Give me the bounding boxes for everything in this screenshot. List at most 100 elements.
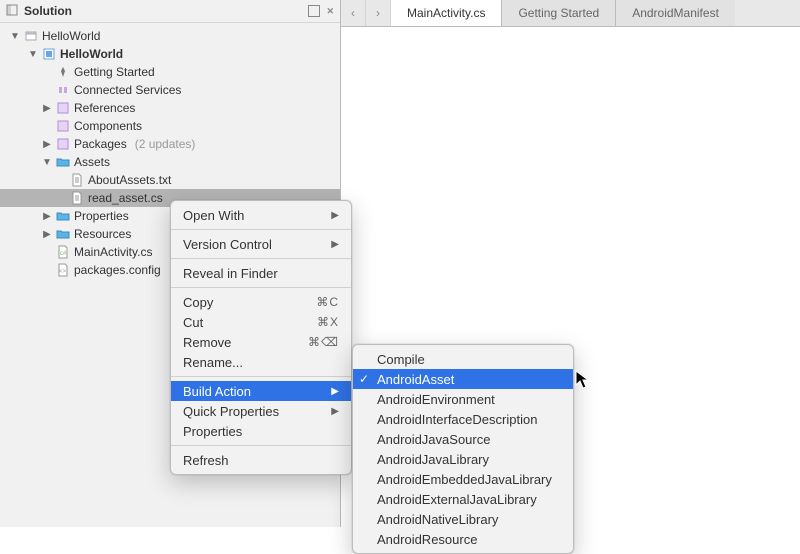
submenu-item[interactable]: AndroidExternalJavaLibrary xyxy=(353,489,573,509)
tree-label: Getting Started xyxy=(74,65,155,79)
tree-item-references[interactable]: ▶ References xyxy=(0,99,340,117)
menu-label: Reveal in Finder xyxy=(183,266,278,281)
menu-open-with[interactable]: Open With ▶ xyxy=(171,205,351,225)
config-file-icon: <> xyxy=(56,263,70,277)
tree-label: packages.config xyxy=(74,263,161,277)
menu-separator xyxy=(171,229,351,230)
folder-icon xyxy=(56,209,70,223)
tree-label: read_asset.cs xyxy=(88,191,163,205)
tree-file-aboutassets[interactable]: AboutAssets.txt xyxy=(0,171,340,189)
tab-label: Getting Started xyxy=(518,6,599,20)
menu-reveal-in-finder[interactable]: Reveal in Finder xyxy=(171,263,351,283)
menu-separator xyxy=(171,287,351,288)
menu-label: Properties xyxy=(183,424,242,439)
cs-file-icon: c# xyxy=(56,245,70,259)
tab-getting-started[interactable]: Getting Started xyxy=(502,0,616,26)
tree-label: Assets xyxy=(74,155,110,169)
tree-label: AboutAssets.txt xyxy=(88,173,171,187)
panel-dock-icon[interactable] xyxy=(308,5,320,17)
tree-label: HelloWorld xyxy=(60,47,123,61)
project-icon xyxy=(42,47,56,61)
tree-solution-root[interactable]: ▼ HelloWorld xyxy=(0,27,340,45)
expand-arrow-icon[interactable]: ▼ xyxy=(28,49,38,60)
tree-item-getting-started[interactable]: Getting Started xyxy=(0,63,340,81)
tree-item-connected-services[interactable]: Connected Services xyxy=(0,81,340,99)
folder-icon xyxy=(56,155,70,169)
submenu-item[interactable]: AndroidInterfaceDescription xyxy=(353,409,573,429)
expand-arrow-icon[interactable]: ▼ xyxy=(10,31,20,42)
menu-label: Version Control xyxy=(183,237,272,252)
packages-update-count: (2 updates) xyxy=(135,137,196,151)
tree-label: References xyxy=(74,101,135,115)
solution-panel-icon xyxy=(6,4,18,19)
tab-androidmanifest[interactable]: AndroidManifest xyxy=(616,0,735,26)
submenu-label: Compile xyxy=(377,352,425,367)
submenu-label: AndroidAsset xyxy=(377,372,454,387)
submenu-label: AndroidEnvironment xyxy=(377,392,495,407)
submenu-item[interactable]: AndroidJavaSource xyxy=(353,429,573,449)
tree-item-assets[interactable]: ▼ Assets xyxy=(0,153,340,171)
chevron-right-icon: ▶ xyxy=(331,239,339,250)
tab-label: MainActivity.cs xyxy=(407,6,485,20)
nav-back-button[interactable]: ‹ xyxy=(341,0,366,26)
submenu-item[interactable]: AndroidEnvironment xyxy=(353,389,573,409)
expand-arrow-icon[interactable]: ▼ xyxy=(42,157,52,168)
menu-quick-properties[interactable]: Quick Properties ▶ xyxy=(171,401,351,421)
submenu-item[interactable]: AndroidEmbeddedJavaLibrary xyxy=(353,469,573,489)
context-menu: Open With ▶ Version Control ▶ Reveal in … xyxy=(170,200,352,475)
menu-separator xyxy=(171,445,351,446)
menu-cut[interactable]: Cut ⌘X xyxy=(171,312,351,332)
submenu-item[interactable]: AndroidNativeLibrary xyxy=(353,509,573,529)
submenu-item[interactable]: ✓AndroidAsset xyxy=(353,369,573,389)
build-action-submenu: Compile ✓AndroidAsset AndroidEnvironment An… xyxy=(352,344,574,554)
menu-label: Remove xyxy=(183,335,231,350)
expand-arrow-icon[interactable]: ▶ xyxy=(42,103,52,114)
components-icon xyxy=(56,119,70,133)
menu-label: Rename... xyxy=(183,355,243,370)
expand-arrow-icon[interactable]: ▶ xyxy=(42,229,52,240)
tree-label: Packages xyxy=(74,137,127,151)
tree-item-components[interactable]: Components xyxy=(0,117,340,135)
expand-arrow-icon[interactable]: ▶ xyxy=(42,211,52,222)
rocket-icon xyxy=(56,65,70,79)
chevron-right-icon: ▶ xyxy=(331,210,339,221)
menu-label: Open With xyxy=(183,208,244,223)
menu-shortcut: ⌘X xyxy=(317,315,339,329)
menu-refresh[interactable]: Refresh xyxy=(171,450,351,470)
submenu-item[interactable]: AndroidResource xyxy=(353,529,573,549)
menu-label: Cut xyxy=(183,315,203,330)
submenu-item[interactable]: AndroidJavaLibrary xyxy=(353,449,573,469)
tree-project-root[interactable]: ▼ HelloWorld xyxy=(0,45,340,63)
submenu-label: AndroidResource xyxy=(377,532,477,547)
submenu-label: AndroidInterfaceDescription xyxy=(377,412,537,427)
menu-shortcut: ⌘⌫ xyxy=(308,335,339,349)
expand-arrow-icon[interactable]: ▶ xyxy=(42,139,52,150)
menu-build-action[interactable]: Build Action ▶ xyxy=(171,381,351,401)
panel-close-icon[interactable]: ✕ xyxy=(326,6,334,16)
menu-label: Copy xyxy=(183,295,213,310)
menu-version-control[interactable]: Version Control ▶ xyxy=(171,234,351,254)
tab-mainactivity[interactable]: MainActivity.cs xyxy=(391,0,502,26)
submenu-label: AndroidJavaLibrary xyxy=(377,452,489,467)
svg-text:c#: c# xyxy=(60,251,67,257)
menu-rename[interactable]: Rename... xyxy=(171,352,351,372)
tree-label: HelloWorld xyxy=(42,29,100,43)
menu-separator xyxy=(171,258,351,259)
tree-item-packages[interactable]: ▶ Packages (2 updates) xyxy=(0,135,340,153)
menu-properties[interactable]: Properties xyxy=(171,421,351,441)
tab-label: AndroidManifest xyxy=(632,6,719,20)
tree-label: Resources xyxy=(74,227,131,241)
text-file-icon xyxy=(70,191,84,205)
menu-shortcut: ⌘C xyxy=(316,295,339,309)
connected-services-icon xyxy=(56,83,70,97)
folder-icon xyxy=(56,227,70,241)
menu-copy[interactable]: Copy ⌘C xyxy=(171,292,351,312)
svg-text:<>: <> xyxy=(59,269,67,275)
tree-label: Properties xyxy=(74,209,129,223)
submenu-item[interactable]: Compile xyxy=(353,349,573,369)
tree-label: MainActivity.cs xyxy=(74,245,152,259)
nav-forward-button[interactable]: › xyxy=(366,0,391,26)
sidebar-header: Solution ✕ xyxy=(0,0,340,23)
menu-remove[interactable]: Remove ⌘⌫ xyxy=(171,332,351,352)
chevron-right-icon: ▶ xyxy=(331,406,339,417)
